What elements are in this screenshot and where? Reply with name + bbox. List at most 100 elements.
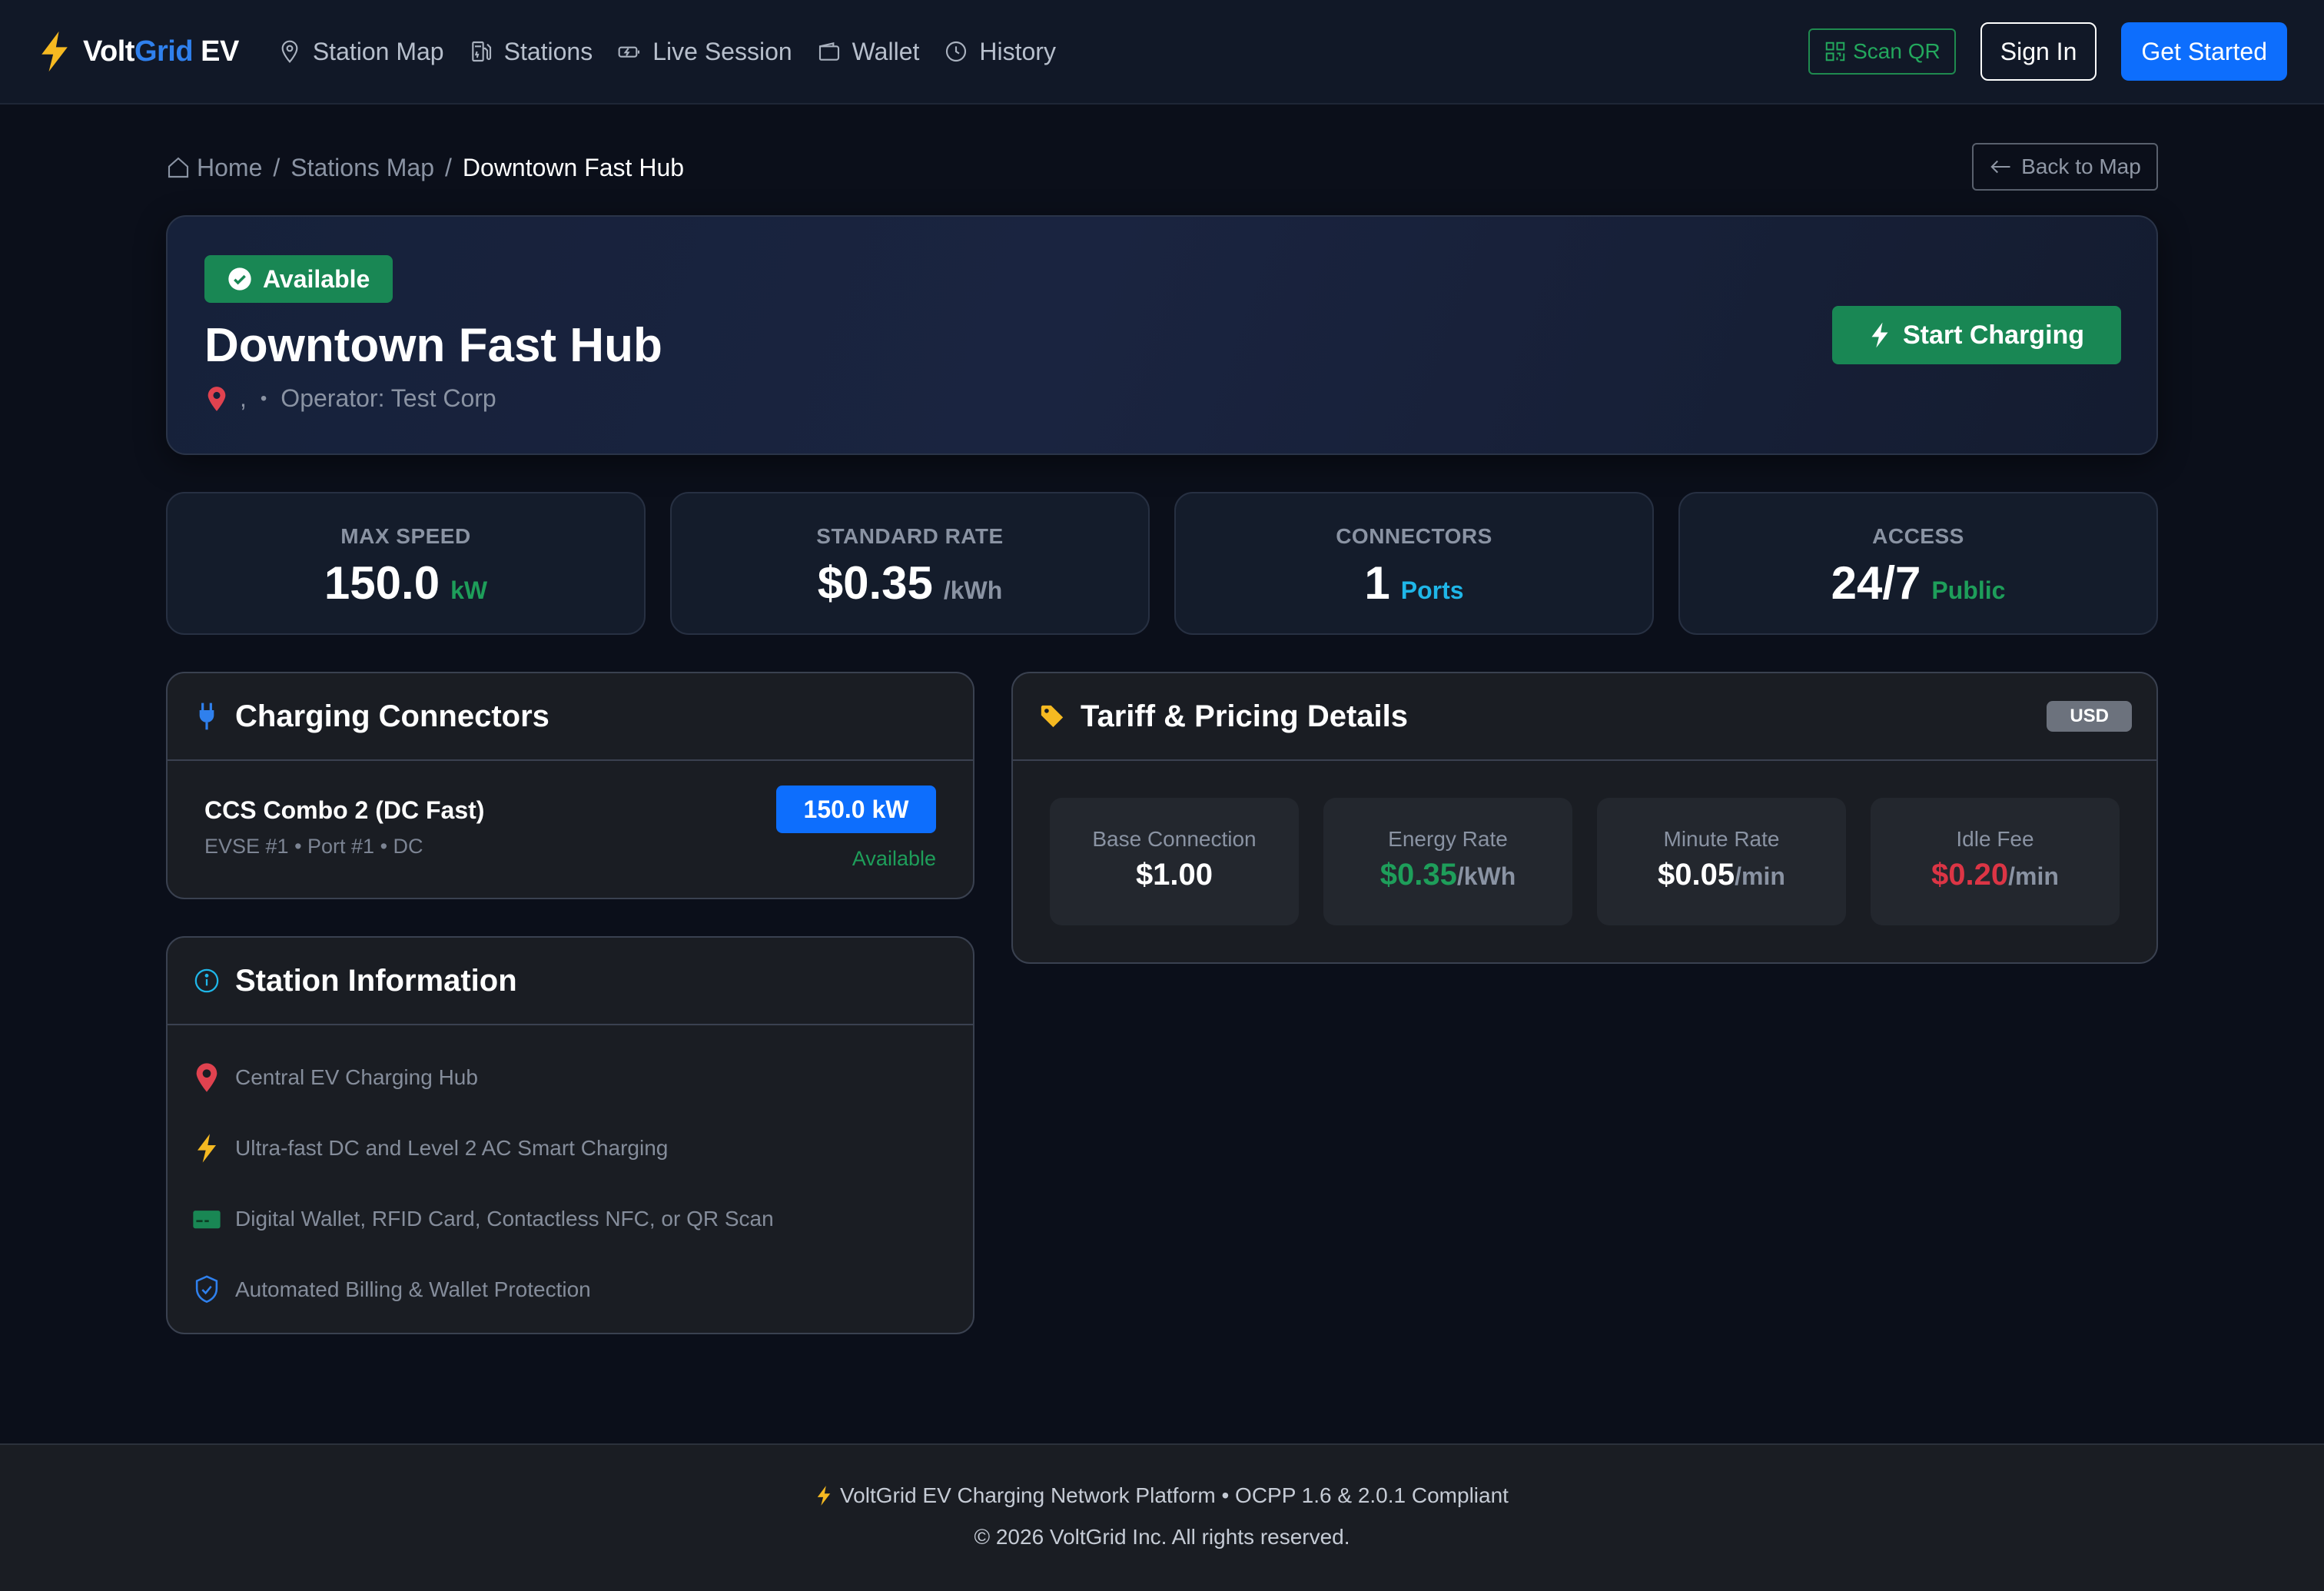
tariff-idle-fee: Idle Fee $0.20/min — [1871, 798, 2120, 925]
shield-icon — [195, 1275, 218, 1304]
info-item-payment: Digital Wallet, RFID Card, Contactless N… — [192, 1184, 973, 1254]
start-charging-button[interactable]: Start Charging — [1832, 306, 2121, 364]
nav-live-session[interactable]: Live Session — [617, 38, 792, 66]
tariff-value: $0.35/kWh — [1323, 858, 1572, 892]
footer: VoltGrid EV Charging Network Platform • … — [0, 1443, 2324, 1591]
clock-icon — [946, 41, 967, 62]
nav-history[interactable]: History — [944, 38, 1056, 66]
tariff-pricing-panel: Tariff & Pricing Details USD Base Connec… — [1011, 672, 2158, 964]
arrow-left-icon — [1990, 160, 2010, 174]
nav-stations-label: Stations — [503, 37, 593, 65]
tariff-amount: $0.35 — [1379, 858, 1457, 892]
info-list: Central EV Charging Hub Ultra-fast DC an… — [168, 1025, 973, 1325]
stat-value: 150.0 kW — [168, 556, 644, 609]
tariff-suffix: /kWh — [1456, 862, 1516, 890]
tariff-value: $1.00 — [1050, 858, 1299, 892]
home-icon — [168, 157, 189, 178]
tariff-amount: $1.00 — [1135, 858, 1213, 892]
station-title: Downtown Fast Hub — [204, 319, 662, 372]
nav-stations[interactable]: Stations — [469, 38, 593, 66]
qr-code-icon — [1825, 42, 1845, 61]
bolt-icon — [817, 1486, 831, 1506]
status-badge: Available — [204, 255, 393, 303]
start-charging-label: Start Charging — [1902, 320, 2085, 350]
tariff-suffix: /min — [1735, 862, 1785, 890]
station-address: , — [240, 384, 247, 412]
stat-max-speed: MAX SPEED 150.0 kW — [166, 492, 646, 635]
connector-status: Available — [852, 847, 936, 870]
info-item-location: Central EV Charging Hub — [192, 1042, 973, 1113]
connector-power-badge: 150.0 kW — [776, 786, 936, 833]
stat-value: 24/7 Public — [1680, 556, 2156, 609]
panel-header: Tariff & Pricing Details USD — [1013, 673, 2156, 761]
connector-row[interactable]: CCS Combo 2 (DC Fast) EVSE #1 • Port #1 … — [168, 761, 973, 898]
nav-wallet[interactable]: Wallet — [817, 37, 920, 66]
back-to-map-button[interactable]: Back to Map — [1972, 143, 2158, 191]
nav-links: Station Map Stations Live Session Wallet… — [277, 38, 1056, 66]
tariff-amount: $0.05 — [1658, 858, 1735, 892]
stat-access: ACCESS 24/7 Public — [1678, 492, 2158, 635]
get-started-button[interactable]: Get Started — [2121, 22, 2287, 81]
nav-wallet-label: Wallet — [852, 37, 920, 65]
nav-station-map-label: Station Map — [312, 37, 444, 65]
stat-number: $0.35 — [817, 557, 933, 609]
info-item-charging: Ultra-fast DC and Level 2 AC Smart Charg… — [192, 1113, 973, 1184]
bolt-logo-icon — [42, 31, 68, 72]
currency-badge: USD — [2047, 701, 2132, 732]
tariff-energy-rate: Energy Rate $0.35/kWh — [1323, 798, 1572, 925]
connector-details: EVSE #1 • Port #1 • DC — [204, 835, 423, 858]
nav-station-map[interactable]: Station Map — [277, 38, 444, 66]
scan-qr-button[interactable]: Scan QR — [1808, 28, 1956, 75]
stat-unit: kW — [450, 576, 488, 604]
footer-copyright: © 2026 VoltGrid Inc. All rights reserved… — [974, 1525, 1350, 1549]
station-meta: , • Operator: Test Corp — [206, 384, 496, 413]
panel-header: Station Information — [168, 938, 973, 1025]
nav-actions: Scan QR Sign In Get Started — [1808, 22, 2287, 81]
stat-unit: Ports — [1400, 576, 1464, 604]
stat-value: 1 Ports — [1176, 556, 1652, 609]
tariff-label: Base Connection — [1092, 827, 1257, 851]
bolt-icon — [198, 1134, 216, 1163]
connector-name: CCS Combo 2 (DC Fast) — [204, 796, 485, 824]
tariff-value: $0.05/min — [1597, 858, 1846, 892]
stat-connectors: CONNECTORS 1 Ports — [1174, 492, 1654, 635]
tariff-amount: $0.20 — [1931, 858, 2009, 892]
panel-title: Station Information — [235, 963, 517, 998]
tariff-grid: Base Connection $1.00 Energy Rate $0.35/… — [1013, 761, 2156, 925]
info-item-text: Ultra-fast DC and Level 2 AC Smart Charg… — [235, 1136, 669, 1160]
breadcrumb-home-label: Home — [197, 153, 263, 181]
breadcrumb-stations-map[interactable]: Stations Map — [290, 154, 434, 182]
scan-qr-label: Scan QR — [1853, 39, 1941, 63]
panel-title: Tariff & Pricing Details — [1081, 699, 1409, 733]
top-navbar: VoltGrid EV Station Map Stations Live Se… — [0, 0, 2324, 105]
breadcrumb-home[interactable]: Home — [166, 154, 262, 182]
stat-label: MAX SPEED — [340, 524, 471, 548]
brand-name: VoltGrid EV — [83, 35, 239, 68]
meta-separator: • — [260, 387, 267, 409]
footer-platform-line: VoltGrid EV Charging Network Platform • … — [0, 1483, 2324, 1508]
tariff-label: Energy Rate — [1388, 827, 1508, 851]
stat-number: 1 — [1364, 557, 1390, 609]
status-badge-label: Available — [263, 264, 370, 293]
sign-in-button[interactable]: Sign In — [1980, 22, 2097, 81]
location-pin-icon — [208, 386, 226, 411]
footer-platform-text: VoltGrid EV Charging Network Platform • … — [840, 1483, 1509, 1507]
brand-logo[interactable]: VoltGrid EV — [37, 30, 239, 73]
tariff-base-connection: Base Connection $1.00 — [1050, 798, 1299, 925]
panel-header: Charging Connectors — [168, 673, 973, 761]
plug-icon — [199, 702, 214, 730]
station-operator: Operator: Test Corp — [281, 384, 496, 412]
info-item-text: Central EV Charging Hub — [235, 1065, 478, 1089]
charging-connectors-panel: Charging Connectors CCS Combo 2 (DC Fast… — [166, 672, 974, 899]
tariff-label: Idle Fee — [1956, 827, 2034, 851]
info-icon — [194, 968, 219, 993]
price-tag-icon — [1041, 705, 1064, 728]
stat-unit: Public — [1931, 576, 2006, 604]
breadcrumb-current: Downtown Fast Hub — [462, 153, 685, 181]
stat-number: 150.0 — [324, 557, 440, 609]
tariff-value: $0.20/min — [1871, 858, 2120, 892]
stat-standard-rate: STANDARD RATE $0.35 /kWh — [670, 492, 1150, 635]
breadcrumb: Home / Stations Map / Downtown Fast Hub — [166, 151, 684, 184]
info-item-billing: Automated Billing & Wallet Protection — [192, 1254, 973, 1325]
back-to-map-label: Back to Map — [2021, 154, 2141, 178]
